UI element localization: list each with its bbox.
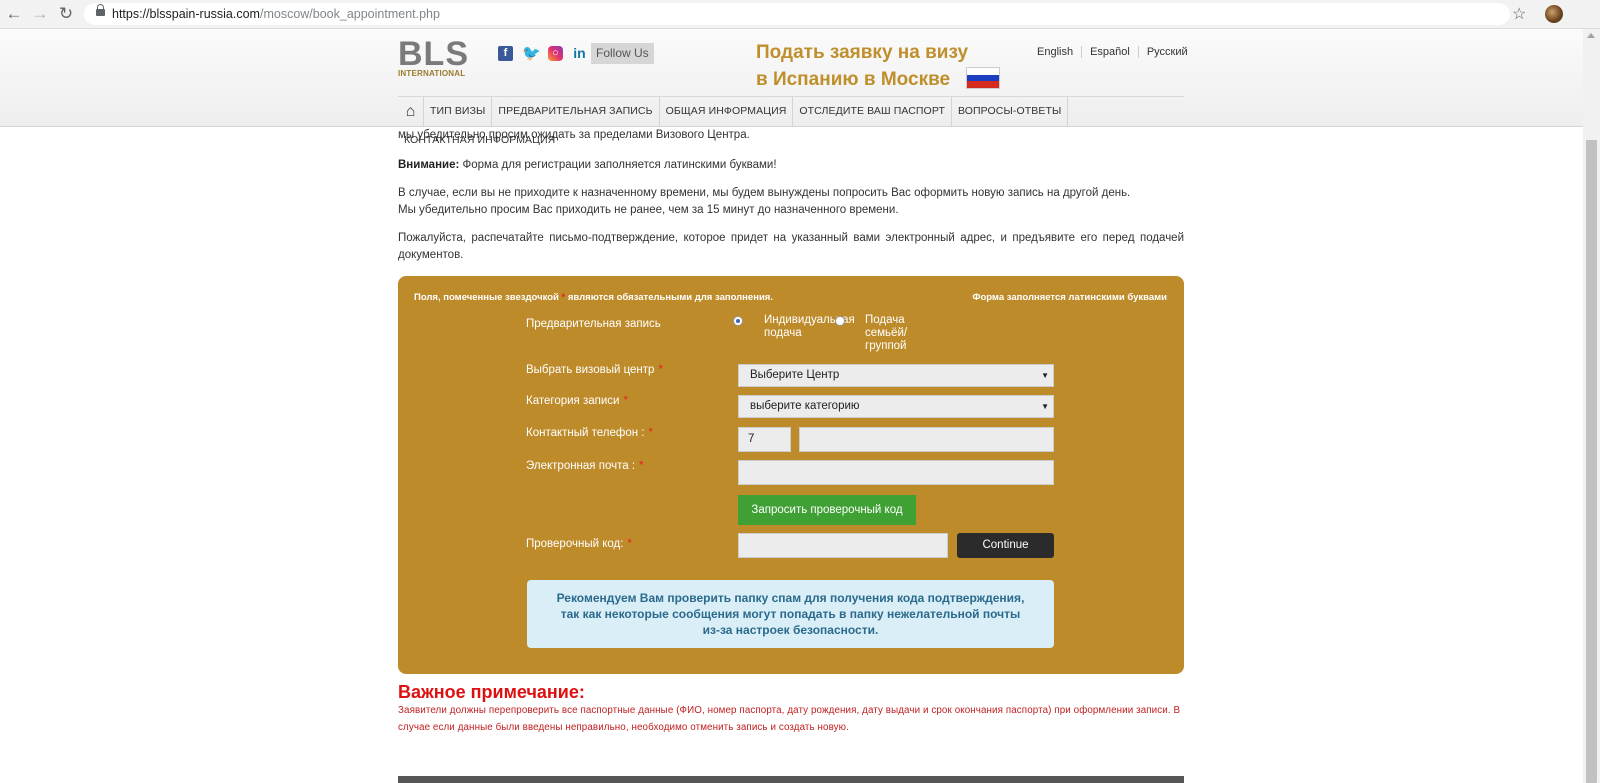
category-label-text: Категория записи (526, 395, 620, 407)
address-bar[interactable]: https://blsspain-russia.com/moscow/book_… (84, 3, 1510, 25)
important-note-text: Заявители должны перепроверить все паспо… (398, 705, 1181, 733)
page-title: Подать заявку на визу в Испанию в Москве (756, 39, 968, 93)
verify-code-input[interactable] (738, 533, 948, 558)
footer-bar (398, 776, 1184, 783)
appointment-type-label: Предварительная запись (526, 318, 661, 330)
visa-center-value: Выберите Центр (750, 369, 840, 381)
visa-center-label-text: Выбрать визовый центр (526, 364, 655, 376)
dropdown-arrow-icon: ▼ (1041, 402, 1049, 411)
browser-toolbar: ← → ↻ https://blsspain-russia.com/moscow… (0, 0, 1600, 29)
language-switcher: English Español Русский (1037, 46, 1196, 58)
radio-family-label[interactable]: Подача семьёй/группой (865, 314, 925, 353)
russia-flag-icon (966, 67, 1000, 89)
menu-track-passport[interactable]: ОТСЛЕДИТЕ ВАШ ПАСПОРТ (793, 97, 952, 126)
twitter-icon[interactable]: 🐦 (522, 46, 541, 61)
radio-individual[interactable] (733, 316, 743, 326)
late-arrival-line-2: Мы убедительно просим Вас приходить не р… (398, 204, 899, 216)
phone-number-input[interactable] (799, 427, 1054, 452)
dropdown-arrow-icon: ▼ (1041, 371, 1049, 380)
paragraph-print-confirmation: Пожалуйста, распечатайте письмо-подтверж… (398, 232, 1184, 261)
profile-avatar[interactable] (1545, 5, 1563, 23)
important-note-title: Важное примечание: (398, 682, 585, 702)
required-mark: * (648, 427, 653, 439)
required-star: * (558, 292, 568, 303)
required-mark: * (639, 460, 644, 472)
scroll-up-arrow-icon[interactable] (1587, 33, 1595, 38)
url-path: /moscow/book_appointment.php (259, 7, 440, 21)
required-note-text-b: являются обязательными для заполнения. (567, 292, 773, 303)
latin-letters-note: Форма заполняется латинскими буквами (972, 292, 1167, 303)
back-icon[interactable]: ← (4, 4, 24, 24)
facebook-icon[interactable]: f (498, 46, 513, 61)
appointment-form: Поля, помеченные звездочкой * являются о… (398, 276, 1184, 674)
linkedin-icon[interactable]: in (572, 46, 587, 61)
info-line-2: так как некоторые сообщения могут попада… (560, 607, 1021, 621)
phone-label-text: Контактный телефон : (526, 427, 645, 439)
late-arrival-line-1: В случае, если вы не приходите к назначе… (398, 187, 1131, 199)
home-icon[interactable]: ⌂ (398, 97, 424, 126)
attention-text: Форма для регистрации заполняется латинс… (459, 159, 777, 171)
instagram-icon[interactable]: ○ (548, 46, 563, 61)
category-select[interactable]: выберите категорию ▼ (738, 395, 1054, 418)
phone-code-input[interactable]: 7 (738, 427, 791, 452)
attention-label: Внимание: (398, 159, 460, 171)
paragraph-late-arrival: В случае, если вы не приходите к назначе… (398, 185, 1184, 219)
logo-subtext: INTERNATIONAL (398, 69, 466, 78)
radio-individual-label[interactable]: Индивидуальная подача (764, 314, 864, 340)
logo-text: BLS (398, 35, 469, 73)
reload-icon[interactable]: ↻ (56, 4, 76, 24)
verify-code-label: Проверочный код: * (526, 538, 632, 550)
required-mark: * (658, 364, 663, 376)
required-note-text-a: Поля, помеченные звездочкой (414, 292, 559, 303)
paragraph-attention: Внимание: Форма для регистрации заполняе… (398, 157, 1184, 174)
forward-icon[interactable]: → (30, 4, 50, 24)
scrollbar-thumb[interactable] (1586, 140, 1597, 783)
url-host: https://blsspain-russia.com (112, 7, 260, 21)
lang-espanol[interactable]: Español (1082, 46, 1139, 58)
phone-label: Контактный телефон : * (526, 427, 653, 439)
visa-center-select[interactable]: Выберите Центр ▼ (738, 364, 1054, 387)
required-mark: * (623, 395, 628, 407)
menu-appointment[interactable]: ПРЕДВАРИТЕЛЬНАЯ ЗАПИСЬ (492, 97, 660, 126)
visa-center-label: Выбрать визовый центр * (526, 364, 663, 376)
paragraph-wait-outside: мы убедительно просим ожидать за предела… (398, 129, 750, 141)
main-menu: ⌂ ТИП ВИЗЫ ПРЕДВАРИТЕЛЬНАЯ ЗАПИСЬ ОБЩАЯ … (398, 96, 1184, 146)
menu-general-info[interactable]: ОБЩАЯ ИНФОРМАЦИЯ (660, 97, 794, 126)
title-line-1: Подать заявку на визу (756, 42, 969, 63)
menu-faq[interactable]: ВОПРОСЫ-ОТВЕТЫ (952, 97, 1069, 126)
continue-button[interactable]: Continue (957, 533, 1054, 558)
bls-logo[interactable]: BLS INTERNATIONAL (398, 37, 469, 78)
bookmark-star-icon[interactable]: ☆ (1512, 4, 1526, 24)
spam-info-box: Рекомендуем Вам проверить папку спам для… (527, 580, 1054, 648)
category-value: выберите категорию (750, 400, 860, 412)
lang-russian[interactable]: Русский (1139, 46, 1196, 58)
category-label: Категория записи * (526, 395, 628, 407)
request-code-button[interactable]: Запросить проверочный код (738, 495, 916, 525)
info-line-3: из-за настроек безопасности. (702, 623, 879, 637)
email-label: Электронная почта : * (526, 460, 644, 472)
follow-us-button[interactable]: Follow Us (591, 43, 654, 64)
required-fields-note: Поля, помеченные звездочкой * являются о… (414, 292, 773, 303)
required-mark: * (627, 538, 632, 550)
title-line-2: в Испанию в Москве (756, 69, 951, 90)
radio-family[interactable] (835, 316, 845, 326)
verify-code-label-text: Проверочный код: (526, 538, 624, 550)
info-line-1: Рекомендуем Вам проверить папку спам для… (556, 591, 1025, 605)
email-input[interactable] (738, 460, 1054, 485)
email-label-text: Электронная почта : (526, 460, 636, 472)
site-header: BLS INTERNATIONAL f 🐦 ○ in Follow Us Под… (0, 29, 1583, 146)
lock-icon (96, 4, 105, 16)
lang-english[interactable]: English (1037, 46, 1083, 58)
menu-visa-type[interactable]: ТИП ВИЗЫ (424, 97, 493, 126)
